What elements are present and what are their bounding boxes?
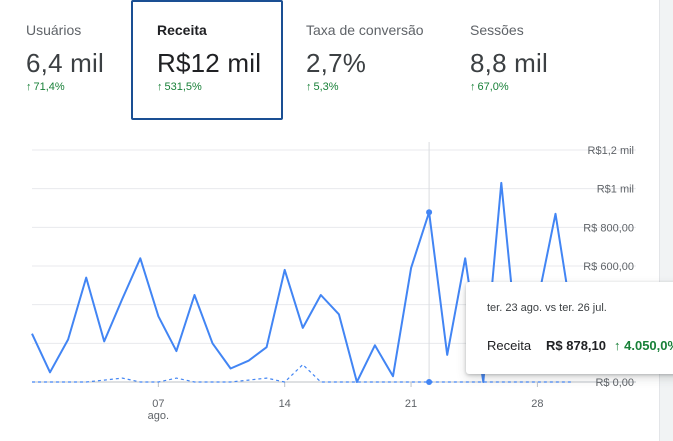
y-tick-label: R$1,2 mil xyxy=(588,145,634,157)
x-tick-sublabel: ago. xyxy=(148,410,169,422)
tooltip-metric: Receita xyxy=(487,338,532,353)
x-tick-label: 07 xyxy=(152,398,164,410)
chart-tooltip: ter. 23 ago. vs ter. 26 jul. Receita R$ … xyxy=(466,282,673,374)
tooltip-date-range: ter. 23 ago. vs ter. 26 jul. xyxy=(487,302,607,314)
y-tick-label: R$1 mil xyxy=(597,184,634,196)
x-tick-label: 21 xyxy=(405,398,417,410)
x-tick-label: 28 xyxy=(531,398,543,410)
metrics-card: Usuários 6,4 mil ↑ 71,4% Receita R$12 mil… xyxy=(0,0,673,441)
x-tick-label: 14 xyxy=(279,398,291,410)
y-tick-label: R$ 800,00 xyxy=(583,222,634,234)
tooltip-change: ↑ 4.050,0% xyxy=(614,338,673,353)
tooltip-value: R$ 878,10 xyxy=(546,338,606,353)
y-tick-label: R$ 0,00 xyxy=(595,377,634,389)
revenue-line-chart[interactable]: R$ 0,00R$ 200,00R$ 400,00R$ 600,00R$ 800… xyxy=(0,0,659,441)
tooltip-change-value: 4.050,0% xyxy=(624,338,673,353)
y-tick-label: R$ 600,00 xyxy=(583,261,634,273)
current-data-point xyxy=(426,209,433,216)
comparison-data-point xyxy=(426,379,433,385)
